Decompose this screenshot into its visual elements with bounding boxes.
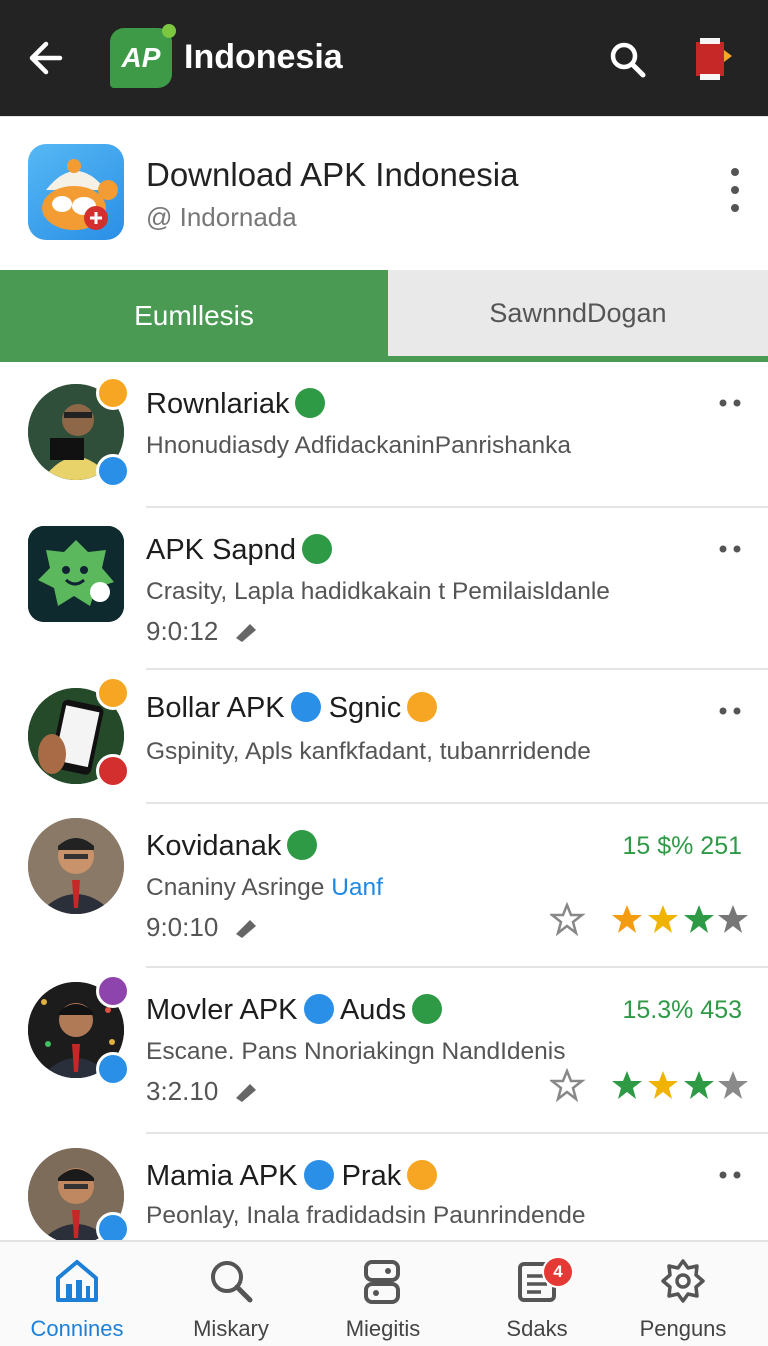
- nav-label: Sdaks: [506, 1316, 568, 1341]
- bottom-navigation: Connines Miskary Miegitis 4 Sdaks Pengun…: [0, 1240, 768, 1346]
- search-icon: [211, 1261, 253, 1303]
- app-list: Rownlariak Hnonudiasdy AdfidackaninPanri…: [0, 362, 768, 1240]
- nav-item-search[interactable]: Miskary: [154, 1242, 308, 1346]
- page-title: Indonesia: [184, 38, 343, 76]
- nav-label: Miegitis: [345, 1316, 421, 1341]
- pencil-icon: [235, 624, 256, 642]
- price-text: 15 $% 251: [622, 832, 742, 860]
- more-options-icon[interactable]: [718, 544, 742, 554]
- settings-icon: [661, 1259, 705, 1303]
- star-icon: [648, 905, 678, 933]
- verified-icon: [96, 1052, 130, 1086]
- channel-header: Download APK Indonesia @ Indornada: [0, 116, 768, 270]
- list-item-title: APK Sapnd: [146, 534, 332, 567]
- list-item-time: 9:0:12: [146, 616, 258, 647]
- more-options-icon[interactable]: [718, 1170, 742, 1180]
- list-item[interactable]: Rownlariak Hnonudiasdy AdfidackaninPanri…: [0, 362, 768, 508]
- top-app-bar: AP Indonesia: [0, 0, 768, 116]
- crown-badge-icon: [407, 692, 438, 722]
- home-icon: [56, 1260, 98, 1302]
- book-icon[interactable]: [690, 36, 734, 82]
- flash-badge-icon: [96, 754, 130, 788]
- list-item[interactable]: Mamia APK Prak Peonlay, Inala fradidadsi…: [0, 1134, 768, 1240]
- notification-badge: 4: [542, 1256, 574, 1288]
- app-logo: AP: [110, 24, 176, 88]
- list-item[interactable]: Bollar APK Sgnic Gspinity, Apls kanfkfad…: [0, 670, 768, 804]
- channel-avatar[interactable]: [28, 144, 124, 240]
- list-item[interactable]: APK Sapnd Crasity, Lapla hadidkakain t P…: [0, 508, 768, 670]
- list-item-subtitle: Cnaniny Asringe Uanf: [146, 874, 383, 901]
- nav-label: Connines: [30, 1316, 124, 1341]
- rating-stars: [550, 902, 748, 936]
- avatar: [28, 818, 124, 914]
- leaf-badge-icon: [287, 830, 318, 860]
- leaf-badge-icon: [412, 994, 443, 1024]
- pencil-icon: [235, 920, 256, 938]
- alert-badge-icon: [96, 376, 130, 410]
- nav-item-apps[interactable]: Miegitis: [306, 1242, 460, 1346]
- star-icon: [718, 1071, 748, 1099]
- more-options-icon[interactable]: [718, 398, 742, 408]
- channel-handle: @ Indornada: [146, 202, 297, 232]
- nav-item-settings[interactable]: Penguns: [606, 1242, 760, 1346]
- verified-icon: [303, 1160, 334, 1190]
- nav-item-home[interactable]: Connines: [0, 1242, 154, 1346]
- alert-badge-icon: [96, 676, 130, 710]
- list-item-title: Bollar APK Sgnic: [146, 692, 438, 725]
- list-item-subtitle: Gspinity, Apls kanfkfadant, tubanrridend…: [146, 738, 591, 765]
- subtitle-link[interactable]: Uanf: [331, 874, 383, 901]
- rating-stars: [550, 1068, 748, 1102]
- nav-item-docs[interactable]: 4 Sdaks: [460, 1242, 614, 1346]
- list-item-title: Rownlariak: [146, 388, 326, 421]
- more-options-icon[interactable]: [718, 706, 742, 716]
- verified-icon: [96, 1212, 130, 1240]
- star-icon: [684, 1071, 714, 1099]
- crown-badge-icon: [407, 1160, 438, 1190]
- list-item[interactable]: Movler APK Auds Escane. Pans Nnoriakingn…: [0, 968, 768, 1134]
- pencil-icon: [235, 1084, 256, 1102]
- tab-bar: Eumllesis SawnndDogan: [0, 270, 768, 362]
- star-icon: [612, 905, 642, 933]
- list-item-time: 3:2.10: [146, 1076, 258, 1107]
- list-item[interactable]: Kovidanak Cnaniny Asringe Uanf 9:0:10 15…: [0, 804, 768, 968]
- back-arrow-icon[interactable]: [26, 38, 64, 78]
- star-icon: [550, 1068, 586, 1102]
- list-item-subtitle: Crasity, Lapla hadidkakain t Pemilaislda…: [146, 578, 610, 605]
- avatar: [28, 526, 124, 622]
- star-icon: [684, 905, 714, 933]
- list-item-time: 9:0:10: [146, 912, 258, 943]
- verified-icon: [303, 994, 334, 1024]
- search-icon[interactable]: [608, 40, 648, 80]
- star-icon: [612, 1071, 642, 1099]
- tab-first[interactable]: Eumllesis: [0, 270, 388, 362]
- star-icon: [550, 902, 586, 936]
- channel-name: Download APK Indonesia: [146, 156, 519, 193]
- mascot-icon: [42, 159, 118, 230]
- leaf-badge-icon: [295, 388, 326, 418]
- verified-icon: [96, 454, 130, 488]
- nav-label: Miskary: [193, 1316, 269, 1341]
- list-item-title: Movler APK Auds: [146, 994, 443, 1027]
- verified-icon: [290, 692, 321, 722]
- list-item-subtitle: Peonlay, Inala fradidadsin Paunrindende: [146, 1202, 586, 1229]
- leaf-badge-icon: [301, 534, 332, 564]
- nav-label: Penguns: [639, 1316, 727, 1341]
- price-text: 15.3% 453: [622, 996, 742, 1024]
- list-item-subtitle: Escane. Pans Nnoriakingn NandIdenis: [146, 1038, 566, 1065]
- list-item-title: Mamia APK Prak: [146, 1160, 438, 1193]
- more-options-icon[interactable]: [728, 166, 742, 216]
- tab-second[interactable]: SawnndDogan: [388, 270, 768, 362]
- list-item-title: Kovidanak: [146, 830, 318, 863]
- gift-badge-icon: [96, 974, 130, 1008]
- star-icon: [648, 1071, 678, 1099]
- apps-icon: [364, 1260, 400, 1304]
- star-icon: [718, 905, 748, 933]
- list-item-subtitle: Hnonudiasdy AdfidackaninPanrishanka: [146, 432, 571, 459]
